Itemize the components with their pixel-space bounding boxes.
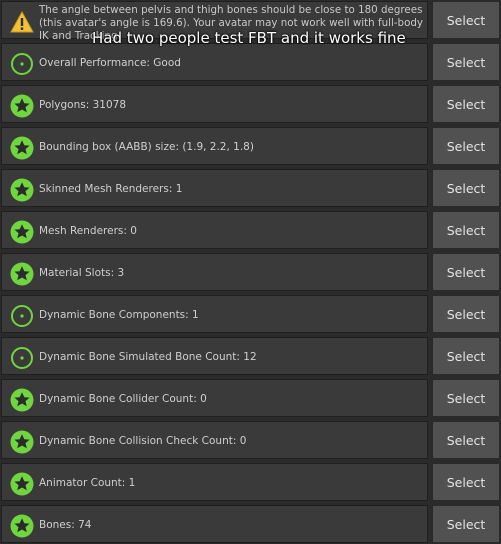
row-label: Skinned Mesh Renderers: 1 <box>39 183 183 195</box>
list-item: Mesh Renderers: 0 Select <box>0 210 501 250</box>
message-panel: Dynamic Bone Collider Count: 0 <box>1 379 428 417</box>
warning-icon <box>10 10 34 34</box>
row-label: Dynamic Bone Collider Count: 0 <box>39 393 207 405</box>
good-circle-icon <box>10 52 34 76</box>
good-circle-icon <box>10 304 34 328</box>
list-item: Dynamic Bone Simulated Bone Count: 12 Se… <box>0 336 501 376</box>
select-button[interactable]: Select <box>432 211 500 249</box>
row-label: Bones: 74 <box>39 519 92 531</box>
list-item: Polygons: 31078 Select <box>0 84 501 124</box>
message-panel: Polygons: 31078 <box>1 85 428 123</box>
message-panel: Material Slots: 3 <box>1 253 428 291</box>
list-item: Bones: 74 Select <box>0 504 501 544</box>
message-panel: Skinned Mesh Renderers: 1 <box>1 169 428 207</box>
star-icon <box>10 94 34 118</box>
message-panel: Dynamic Bone Components: 1 <box>1 295 428 333</box>
select-button[interactable]: Select <box>432 505 500 543</box>
select-button[interactable]: Select <box>432 463 500 501</box>
message-panel: Dynamic Bone Collision Check Count: 0 <box>1 421 428 459</box>
select-button[interactable]: Select <box>432 169 500 207</box>
message-panel: Mesh Renderers: 0 <box>1 211 428 249</box>
good-circle-icon <box>10 346 34 370</box>
star-icon <box>10 220 34 244</box>
select-button[interactable]: Select <box>432 379 500 417</box>
select-button[interactable]: Select <box>432 295 500 333</box>
list-item: Dynamic Bone Collider Count: 0 Select <box>0 378 501 418</box>
list-item: Dynamic Bone Components: 1 Select <box>0 294 501 334</box>
select-button[interactable]: Select <box>432 43 500 81</box>
row-label: Dynamic Bone Collision Check Count: 0 <box>39 435 247 447</box>
select-button[interactable]: Select <box>432 85 500 123</box>
message-panel: Overall Performance: Good <box>1 43 428 81</box>
row-label: Dynamic Bone Simulated Bone Count: 12 <box>39 351 257 363</box>
row-label: Animator Count: 1 <box>39 477 136 489</box>
select-button[interactable]: Select <box>432 127 500 165</box>
overlay-caption: Had two people test FBT and it works fin… <box>92 29 406 47</box>
row-label: Bounding box (AABB) size: (1.9, 2.2, 1.8… <box>39 141 254 153</box>
row-label: Material Slots: 3 <box>39 267 125 279</box>
row-label: Overall Performance: Good <box>39 57 181 69</box>
message-panel: Animator Count: 1 <box>1 463 428 501</box>
star-icon <box>10 262 34 286</box>
star-icon <box>10 472 34 496</box>
select-button[interactable]: Select <box>432 1 500 39</box>
star-icon <box>10 178 34 202</box>
select-button[interactable]: Select <box>432 421 500 459</box>
star-icon <box>10 388 34 412</box>
row-label: Dynamic Bone Components: 1 <box>39 309 199 321</box>
list-item: Dynamic Bone Collision Check Count: 0 Se… <box>0 420 501 460</box>
list-item: Overall Performance: Good Select <box>0 42 501 82</box>
row-label: Polygons: 31078 <box>39 99 127 111</box>
list-item: Bounding box (AABB) size: (1.9, 2.2, 1.8… <box>0 126 501 166</box>
star-icon <box>10 136 34 160</box>
list-item: Material Slots: 3 Select <box>0 252 501 292</box>
list-item: Animator Count: 1 Select <box>0 462 501 502</box>
message-panel: Bounding box (AABB) size: (1.9, 2.2, 1.8… <box>1 127 428 165</box>
message-panel: Bones: 74 <box>1 505 428 543</box>
message-panel: Dynamic Bone Simulated Bone Count: 12 <box>1 337 428 375</box>
list-item: Skinned Mesh Renderers: 1 Select <box>0 168 501 208</box>
select-button[interactable]: Select <box>432 253 500 291</box>
star-icon <box>10 514 34 538</box>
select-button[interactable]: Select <box>432 337 500 375</box>
star-icon <box>10 430 34 454</box>
row-label: Mesh Renderers: 0 <box>39 225 137 237</box>
